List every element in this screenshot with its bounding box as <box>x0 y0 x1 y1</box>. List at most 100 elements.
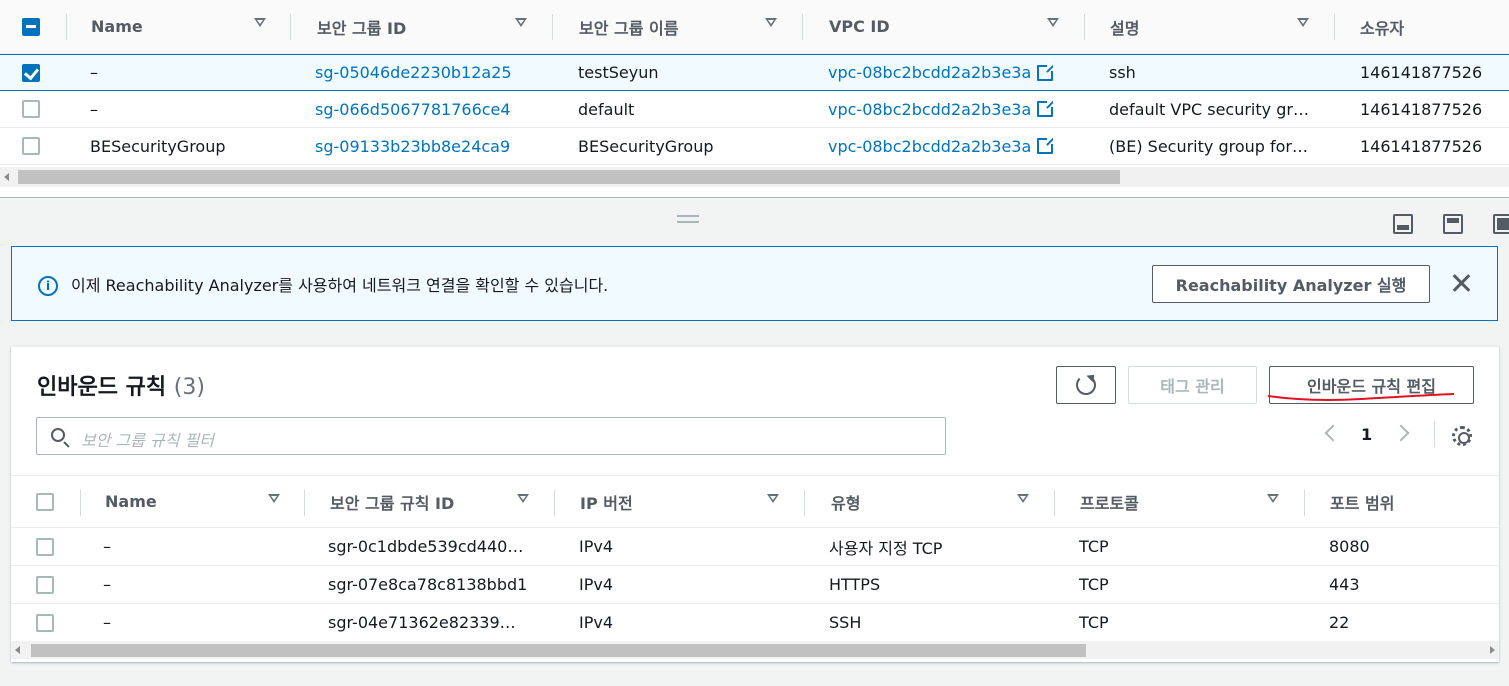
sg-owner: 146141877526 <box>1360 99 1483 119</box>
sg-description: (BE) Security group for… <box>1109 136 1308 156</box>
column-header-sg-name[interactable]: 보안 그룹 이름 <box>579 0 678 53</box>
sort-icon[interactable] <box>254 18 266 27</box>
sg-id-link[interactable]: sg-05046de2230b12a25 <box>315 55 512 90</box>
column-header-protocol[interactable]: 프로토콜 <box>1080 476 1139 527</box>
close-icon[interactable] <box>1449 271 1473 295</box>
resize-handle[interactable] <box>677 215 699 223</box>
row-checkbox[interactable] <box>36 575 54 594</box>
sort-icon[interactable] <box>1267 494 1279 503</box>
table-row[interactable]: BESecurityGroup sg-09133b23bb8e24ca9 BES… <box>0 128 1509 165</box>
panel-bottom-icon[interactable] <box>1393 214 1413 234</box>
panel-title: 인바운드 규칙 (3) <box>37 375 205 400</box>
select-all-checkbox[interactable] <box>22 17 40 36</box>
page-number[interactable]: 1 <box>1361 425 1372 444</box>
refresh-icon <box>1076 375 1096 395</box>
column-header-sg-id[interactable]: 보안 그룹 ID <box>317 0 406 53</box>
vpc-id-link[interactable]: vpc-08bc2bcdd2a2b3e3a <box>828 91 1054 127</box>
scrollbar-thumb[interactable] <box>31 644 1086 657</box>
security-groups-table: Name 보안 그룹 ID 보안 그룹 이름 VPC ID 설명 소유자 – s… <box>0 0 1509 198</box>
rule-ip-version: IPv4 <box>579 575 614 594</box>
rule-type: SSH <box>829 613 862 632</box>
column-header-port-range[interactable]: 포트 범위 <box>1330 476 1394 527</box>
sg-name: default <box>578 99 635 119</box>
rule-protocol: TCP <box>1079 613 1109 632</box>
sort-icon[interactable] <box>1047 18 1059 27</box>
scroll-left-arrow[interactable] <box>15 646 20 654</box>
row-checkbox[interactable] <box>22 100 40 118</box>
table-row[interactable]: – sgr-04e71362e82339… IPv4 SSH TCP 22 <box>11 604 1499 642</box>
annotation-underline <box>1267 393 1455 401</box>
rule-id: sgr-04e71362e82339… <box>328 613 516 632</box>
rule-id: sgr-07e8ca78c8138bbd1 <box>328 575 528 594</box>
external-link-icon <box>1037 99 1054 117</box>
chevron-left-icon[interactable] <box>1324 424 1342 442</box>
search-input[interactable]: 보안 그룹 규칙 필터 <box>36 417 946 455</box>
rule-name: – <box>103 613 111 632</box>
table-row[interactable]: – sgr-0c1dbde539cd440… IPv4 사용자 지정 TCP T… <box>11 528 1499 566</box>
sort-icon[interactable] <box>517 494 529 503</box>
sg-id-link[interactable]: sg-066d5067781766ce4 <box>315 91 511 127</box>
row-checkbox[interactable] <box>22 137 40 155</box>
sort-icon[interactable] <box>515 18 527 27</box>
rule-protocol: TCP <box>1079 575 1109 594</box>
sg-id-link[interactable]: sg-09133b23bb8e24ca9 <box>315 128 510 164</box>
scrollbar-thumb[interactable] <box>18 170 1120 184</box>
table-header: Name 보안 그룹 규칙 ID IP 버전 유형 프로토콜 포트 범위 <box>11 475 1499 528</box>
search-placeholder: 보안 그룹 규칙 필터 <box>81 431 215 450</box>
chevron-right-icon[interactable] <box>1392 424 1410 442</box>
column-header-type[interactable]: 유형 <box>831 476 860 527</box>
info-flashbar: i 이제 Reachability Analyzer를 사용하여 네트워크 연결… <box>11 246 1498 321</box>
row-name: – <box>90 99 98 119</box>
rule-type: HTTPS <box>829 575 881 594</box>
scroll-right-arrow[interactable] <box>1490 646 1495 654</box>
column-header-vpc-id[interactable]: VPC ID <box>829 0 890 53</box>
horizontal-scrollbar[interactable] <box>0 167 1509 187</box>
column-header-owner[interactable]: 소유자 <box>1360 0 1404 53</box>
sort-icon[interactable] <box>268 494 280 503</box>
rule-name: – <box>103 575 111 594</box>
rule-protocol: TCP <box>1079 537 1109 556</box>
table-row[interactable]: – sg-05046de2230b12a25 testSeyun vpc-08b… <box>0 54 1509 91</box>
select-all-checkbox[interactable] <box>36 492 54 511</box>
sg-name: BESecurityGroup <box>578 136 714 156</box>
flash-message: 이제 Reachability Analyzer를 사용하여 네트워크 연결을 … <box>71 276 609 295</box>
table-row[interactable]: – sg-066d5067781766ce4 default vpc-08bc2… <box>0 91 1509 128</box>
column-header-rule-id[interactable]: 보안 그룹 규칙 ID <box>330 476 454 527</box>
sort-icon[interactable] <box>1017 494 1029 503</box>
row-name: BESecurityGroup <box>90 136 226 156</box>
table-header: Name 보안 그룹 ID 보안 그룹 이름 VPC ID 설명 소유자 <box>0 0 1509 54</box>
horizontal-scrollbar[interactable] <box>11 641 1499 659</box>
sort-icon[interactable] <box>1297 18 1309 27</box>
vpc-id-link[interactable]: vpc-08bc2bcdd2a2b3e3a <box>828 128 1054 164</box>
rule-ip-version: IPv4 <box>579 537 614 556</box>
panel-split-icon[interactable] <box>1443 214 1463 234</box>
rule-id: sgr-0c1dbde539cd440… <box>328 537 524 556</box>
panel-full-icon[interactable] <box>1493 214 1509 234</box>
column-header-description[interactable]: 설명 <box>1110 0 1139 53</box>
manage-tags-button[interactable]: 태그 관리 <box>1128 366 1257 404</box>
reachability-analyzer-button[interactable]: Reachability Analyzer 실행 <box>1152 265 1430 303</box>
gear-icon[interactable] <box>1452 426 1472 446</box>
column-header-name[interactable]: Name <box>91 0 143 53</box>
external-link-icon <box>1037 62 1054 81</box>
rule-port-range: 8080 <box>1329 537 1370 556</box>
sg-description: ssh <box>1109 63 1136 82</box>
vpc-id-link[interactable]: vpc-08bc2bcdd2a2b3e3a <box>828 55 1054 90</box>
rule-name: – <box>103 537 111 556</box>
row-checkbox[interactable] <box>22 63 40 82</box>
scroll-left-arrow[interactable] <box>4 173 9 181</box>
column-header-ip-version[interactable]: IP 버전 <box>580 476 633 527</box>
sg-owner: 146141877526 <box>1360 136 1483 156</box>
rule-ip-version: IPv4 <box>579 613 614 632</box>
table-row[interactable]: – sgr-07e8ca78c8138bbd1 IPv4 HTTPS TCP 4… <box>11 566 1499 604</box>
rule-port-range: 443 <box>1329 575 1360 594</box>
row-checkbox[interactable] <box>36 537 54 556</box>
column-header-name[interactable]: Name <box>105 476 157 527</box>
sort-icon[interactable] <box>765 18 777 27</box>
row-checkbox[interactable] <box>36 613 54 632</box>
sort-icon[interactable] <box>767 494 779 503</box>
search-icon <box>51 428 65 442</box>
refresh-button[interactable] <box>1056 366 1116 404</box>
rule-port-range: 22 <box>1329 613 1350 632</box>
info-icon: i <box>38 276 58 296</box>
